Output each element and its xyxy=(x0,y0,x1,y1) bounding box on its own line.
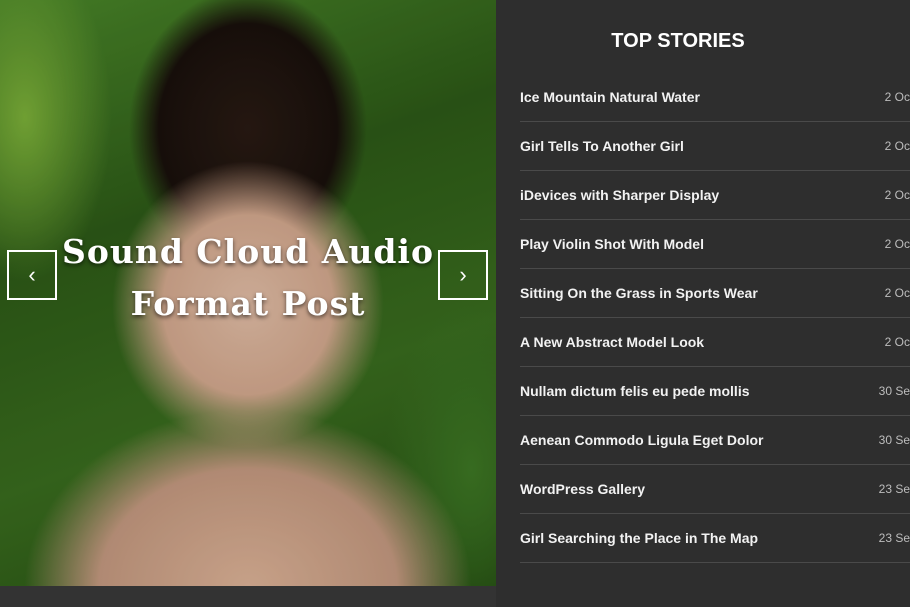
story-item[interactable]: Play Violin Shot With Model 2 Oc xyxy=(520,220,910,269)
chevron-right-icon: › xyxy=(459,262,467,287)
story-date: 2 Oc xyxy=(884,286,910,300)
story-item[interactable]: Nullam dictum felis eu pede mollis 30 Se xyxy=(520,367,910,416)
story-title[interactable]: Sitting On the Grass in Sports Wear xyxy=(520,285,758,301)
story-title[interactable]: WordPress Gallery xyxy=(520,481,645,497)
story-item[interactable]: Girl Searching the Place in The Map 23 S… xyxy=(520,514,910,563)
story-item[interactable]: Aenean Commodo Ligula Eget Dolor 30 Se xyxy=(520,416,910,465)
story-date: 2 Oc xyxy=(884,335,910,349)
story-date: 23 Se xyxy=(878,482,910,496)
story-title[interactable]: A New Abstract Model Look xyxy=(520,334,704,350)
story-title[interactable]: Girl Searching the Place in The Map xyxy=(520,530,758,546)
story-title[interactable]: Aenean Commodo Ligula Eget Dolor xyxy=(520,432,763,448)
story-date: 2 Oc xyxy=(884,188,910,202)
story-date: 23 Se xyxy=(878,531,910,545)
story-item[interactable]: Girl Tells To Another Girl 2 Oc xyxy=(520,122,910,171)
story-date: 2 Oc xyxy=(884,237,910,251)
story-date: 2 Oc xyxy=(884,139,910,153)
top-stories-panel: TOP STORIES Ice Mountain Natural Water 2… xyxy=(496,0,910,607)
top-stories-heading: TOP STORIES xyxy=(611,30,745,52)
chevron-left-icon: ‹ xyxy=(28,262,36,287)
slider-next-button[interactable]: › xyxy=(438,250,488,300)
story-title[interactable]: Play Violin Shot With Model xyxy=(520,236,704,252)
story-title[interactable]: Girl Tells To Another Girl xyxy=(520,138,684,154)
featured-slider[interactable]: Sound Cloud Audio Format Post ‹ › xyxy=(0,0,496,586)
story-title[interactable]: Ice Mountain Natural Water xyxy=(520,89,700,105)
story-item[interactable]: iDevices with Sharper Display 2 Oc xyxy=(520,171,910,220)
slide-title[interactable]: Sound Cloud Audio Format Post xyxy=(40,226,456,330)
story-title[interactable]: Nullam dictum felis eu pede mollis xyxy=(520,383,750,399)
story-item[interactable]: Ice Mountain Natural Water 2 Oc xyxy=(520,73,910,122)
story-date: 30 Se xyxy=(878,384,910,398)
slider-footer-bar xyxy=(0,586,496,607)
story-date: 2 Oc xyxy=(884,90,910,104)
story-date: 30 Se xyxy=(878,433,910,447)
story-item[interactable]: WordPress Gallery 23 Se xyxy=(520,465,910,514)
slider-prev-button[interactable]: ‹ xyxy=(7,250,57,300)
story-item[interactable]: A New Abstract Model Look 2 Oc xyxy=(520,318,910,367)
top-stories-list: Ice Mountain Natural Water 2 Oc Girl Tel… xyxy=(520,73,910,563)
story-title[interactable]: iDevices with Sharper Display xyxy=(520,187,719,203)
story-item[interactable]: Sitting On the Grass in Sports Wear 2 Oc xyxy=(520,269,910,318)
